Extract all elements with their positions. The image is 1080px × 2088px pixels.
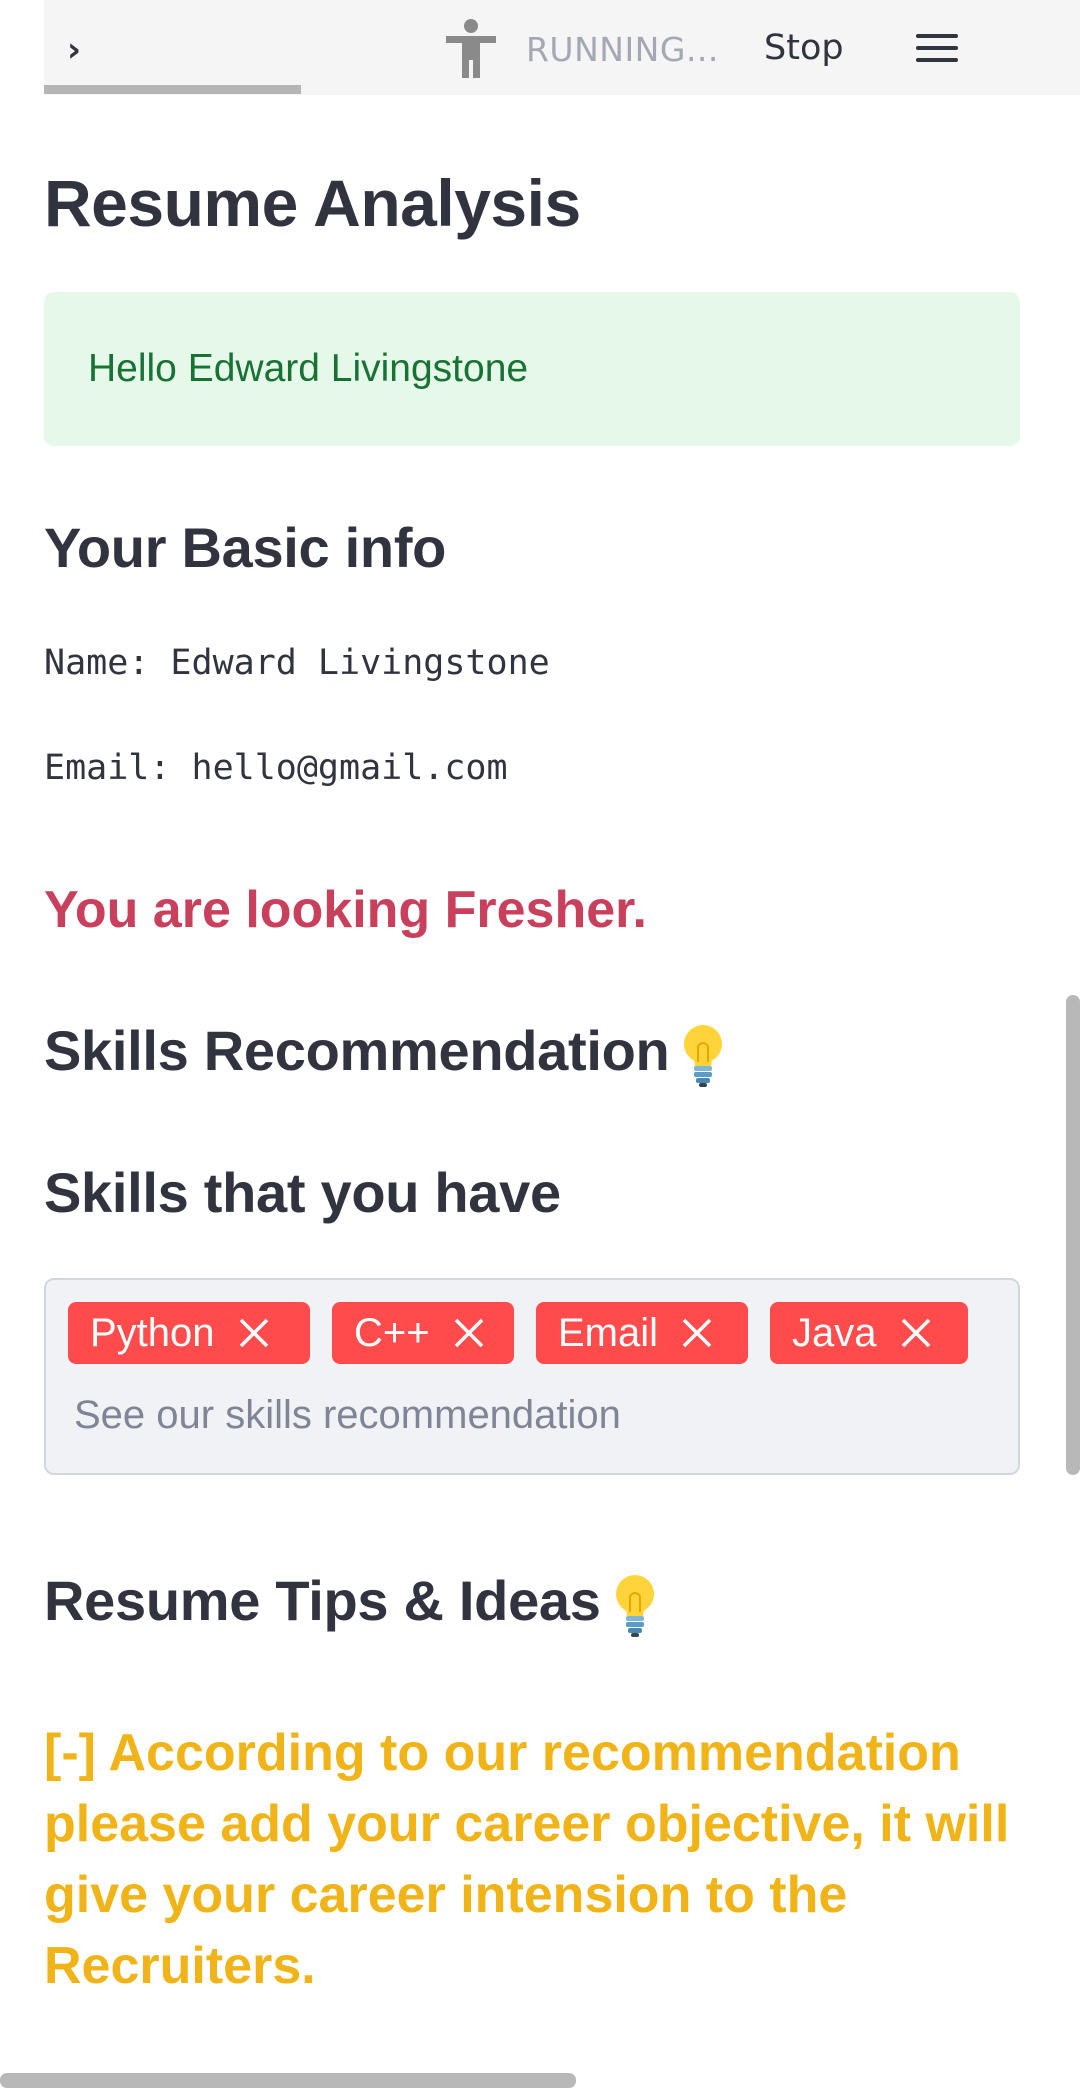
- career-objective-tip: [-] According to our recommendation plea…: [44, 1724, 1010, 1995]
- skill-chip-python: Python: [68, 1302, 310, 1364]
- email-line: Email: hello@gmail.com: [44, 748, 508, 788]
- skill-chip-label: C++: [354, 1310, 430, 1355]
- running-person-icon: [446, 19, 496, 78]
- skill-chip-cpp: C++: [332, 1302, 514, 1364]
- skills-multiselect[interactable]: Python C++ Email Java See our skills rec…: [44, 1278, 1020, 1475]
- app-page: › RUNNING... Stop Resume Analysis Hello …: [0, 0, 1080, 2088]
- close-icon[interactable]: [452, 1316, 486, 1350]
- run-progress-bar: [44, 85, 301, 94]
- hamburger-menu-icon[interactable]: [916, 34, 958, 64]
- skill-chip-label: Java: [792, 1310, 877, 1355]
- skill-chip-label: Email: [558, 1310, 659, 1355]
- skill-chip-email: Email: [536, 1302, 748, 1364]
- basic-info-heading: Your Basic info: [44, 516, 447, 579]
- horizontal-scrollbar[interactable]: [0, 2073, 576, 2088]
- close-icon[interactable]: [680, 1316, 714, 1350]
- skills-recommendation-label: Skills Recommendation: [44, 1019, 670, 1082]
- experience-level-message: You are looking Fresher.: [44, 881, 647, 939]
- top-toolbar: › RUNNING... Stop: [44, 0, 1080, 95]
- chevron-right-icon[interactable]: ›: [54, 30, 94, 70]
- greeting-text: Hello Edward Livingstone: [88, 347, 529, 390]
- close-icon[interactable]: [237, 1316, 271, 1350]
- skills-placeholder[interactable]: See our skills recommendation: [74, 1393, 621, 1438]
- close-icon[interactable]: [899, 1316, 933, 1350]
- stop-button[interactable]: Stop: [764, 28, 844, 68]
- lightbulb-icon: [615, 1575, 654, 1638]
- skills-recommendation-heading: Skills Recommendation: [44, 1018, 727, 1088]
- skill-chip-java: Java: [770, 1302, 968, 1364]
- running-status: RUNNING...: [526, 30, 719, 69]
- name-line: Name: Edward Livingstone: [44, 643, 550, 683]
- vertical-scrollbar[interactable]: [1066, 995, 1080, 1475]
- skill-chip-label: Python: [90, 1310, 215, 1355]
- greeting-alert: Hello Edward Livingstone: [44, 292, 1020, 446]
- resume-tips-label: Resume Tips & Ideas: [44, 1569, 601, 1632]
- resume-tips-heading: Resume Tips & Ideas: [44, 1568, 659, 1638]
- page-title: Resume Analysis: [44, 166, 581, 240]
- lightbulb-icon: [684, 1025, 723, 1088]
- skills-have-heading: Skills that you have: [44, 1161, 561, 1224]
